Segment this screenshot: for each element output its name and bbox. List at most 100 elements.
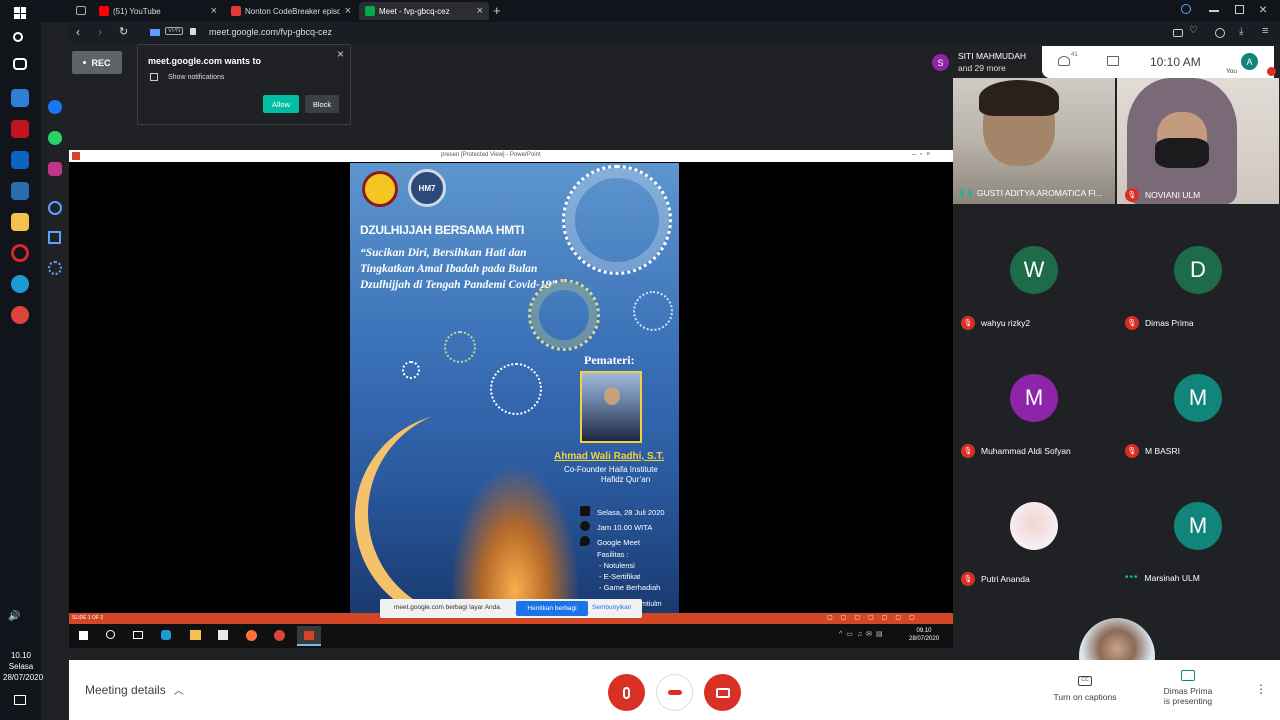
windows-start-icon[interactable] xyxy=(14,7,26,19)
app-badge-icon[interactable] xyxy=(11,182,29,200)
tab-extension-icon[interactable] xyxy=(76,6,86,15)
camera-toggle-button[interactable] xyxy=(704,674,741,711)
meeting-info-bar: 41 10:10 AM A You xyxy=(1042,46,1276,78)
file-explorer-icon[interactable] xyxy=(11,213,29,231)
ppt-window-controls[interactable]: – ▫ × xyxy=(912,151,930,158)
volume-icon[interactable]: 🔊 xyxy=(8,611,20,622)
store-icon[interactable] xyxy=(11,89,29,107)
minimize-button[interactable] xyxy=(1209,10,1219,12)
meeting-details-button[interactable]: Meeting details ︿ xyxy=(85,682,184,698)
participant-name-row: 🎙 M BASRI xyxy=(1125,444,1180,458)
mandala-small-2 xyxy=(444,331,476,363)
participant-name: Muhammad Aldi Sofyan xyxy=(981,446,1071,456)
close-icon[interactable]: × xyxy=(211,5,217,17)
close-icon[interactable]: × xyxy=(477,5,483,17)
window-close-button[interactable]: × xyxy=(1259,1,1267,17)
muted-mic-icon: 🎙 xyxy=(1125,444,1139,458)
participant-tile[interactable]: M 🎙 M BASRI xyxy=(1117,336,1279,462)
instagram-icon[interactable] xyxy=(48,162,62,176)
user-avatar[interactable]: A xyxy=(1241,53,1258,70)
inner-tray-icons[interactable]: ^▭♫✉▤ xyxy=(839,630,887,638)
tab-youtube[interactable]: (51) YouTube × xyxy=(93,2,223,20)
ppt-title: presen [Protected View] - PowerPoint xyxy=(441,152,541,158)
ppt-view-icons[interactable]: ▢▢▢▢▢▢▢ xyxy=(827,614,923,621)
cube-icon[interactable] xyxy=(48,231,61,244)
inner-firefox-icon[interactable] xyxy=(246,630,257,641)
tab-meet[interactable]: Meet - fvp-gbcq-cez × xyxy=(359,2,489,20)
tab-codebreaker[interactable]: Nonton CodeBreaker episod × xyxy=(225,2,357,20)
hide-button[interactable]: Sembunyikan xyxy=(592,604,631,611)
avatar-letter: M xyxy=(1188,513,1208,538)
outlook-icon[interactable] xyxy=(11,151,29,169)
avatar-letter: M xyxy=(1024,385,1044,410)
participant-tile[interactable]: 🎙 Putri Ananda xyxy=(953,464,1115,590)
muted-mic-icon: 🎙 xyxy=(1125,188,1139,202)
mandala-large xyxy=(562,165,672,275)
participant-tile[interactable]: D 🎙 Dimas Prima xyxy=(1117,208,1279,334)
self-preview[interactable] xyxy=(1079,618,1155,660)
allow-button[interactable]: Allow xyxy=(263,95,299,113)
presenter-more: and 29 more xyxy=(958,63,1006,73)
chat-icon[interactable] xyxy=(1107,56,1119,66)
menu-icon[interactable]: ≡ xyxy=(1262,25,1268,37)
inner-search-icon[interactable] xyxy=(106,630,115,639)
block-button[interactable]: Block xyxy=(305,95,339,113)
back-icon[interactable]: ‹ xyxy=(76,25,80,39)
notification-center-icon[interactable] xyxy=(14,695,26,705)
leave-call-button[interactable] xyxy=(656,674,693,711)
inner-start-icon[interactable] xyxy=(79,631,88,640)
heart-icon[interactable]: ♡ xyxy=(1189,25,1198,36)
snapshot-icon[interactable] xyxy=(1173,29,1183,37)
participant-name: GUSTI ADITYA AROMATICA FI... xyxy=(977,188,1103,198)
whatsapp-icon[interactable] xyxy=(48,131,62,145)
globe-icon[interactable] xyxy=(1215,28,1225,38)
mandala-small-3 xyxy=(490,363,542,415)
tab-search-icon[interactable] xyxy=(1181,4,1191,14)
vpn-badge[interactable]: VPN xyxy=(165,27,184,35)
messenger-icon[interactable] xyxy=(48,100,62,114)
url-text[interactable]: meet.google.com/fvp-gbcq-cez xyxy=(209,27,332,37)
participant-avatar: D xyxy=(1174,246,1222,294)
close-icon[interactable]: × xyxy=(345,5,351,17)
presenting-line-2: is presenting xyxy=(1163,696,1213,706)
stop-share-button[interactable]: Hentikan berbagi xyxy=(516,601,588,616)
tab-bar: (51) YouTube × Nonton CodeBreaker episod… xyxy=(41,0,1280,22)
participant-tile-video[interactable]: 🎙 NOVIANI ULM xyxy=(1117,78,1279,204)
maximize-button[interactable] xyxy=(1235,5,1244,14)
more-options-icon[interactable]: ⋮ xyxy=(1255,682,1267,696)
inner-store-icon[interactable] xyxy=(218,630,228,640)
settings-icon[interactable] xyxy=(48,261,62,275)
opera-icon[interactable] xyxy=(11,244,29,262)
mic-toggle-button[interactable] xyxy=(608,674,645,711)
inner-explorer-icon[interactable] xyxy=(190,630,201,640)
inner-chrome-icon[interactable] xyxy=(274,630,285,641)
inner-taskview-icon[interactable] xyxy=(133,631,143,639)
participant-name: wahyu rizky2 xyxy=(981,318,1031,328)
popup-close-icon[interactable]: × xyxy=(337,47,344,61)
new-tab-button[interactable]: + xyxy=(493,3,501,18)
inner-clock: 09.10 28/07/2020 xyxy=(909,627,939,643)
present-now-button[interactable]: Dimas Prima is presenting xyxy=(1153,670,1223,706)
download-icon[interactable]: ⤓ xyxy=(1239,26,1243,37)
search-icon[interactable] xyxy=(13,32,23,42)
inner-taskbar: ^▭♫✉▤ 09.10 28/07/2020 xyxy=(69,624,953,648)
edge-icon[interactable] xyxy=(11,275,29,293)
app-icon-red[interactable] xyxy=(11,120,29,138)
forward-icon[interactable]: › xyxy=(98,25,102,39)
participant-avatar: M xyxy=(1174,374,1222,422)
reload-icon[interactable]: ↻ xyxy=(119,25,128,38)
presenter-name: SITI MAHMUDAH xyxy=(958,51,1026,61)
task-view-icon[interactable] xyxy=(13,58,27,70)
participant-tile-video[interactable]: GUSTI ADITYA AROMATICA FI... xyxy=(953,78,1115,204)
chrome-icon[interactable] xyxy=(11,306,29,324)
inner-edge-icon[interactable] xyxy=(161,630,171,640)
people-icon[interactable] xyxy=(1058,56,1070,66)
presenter-chip[interactable]: S SITI MAHMUDAH and 29 more xyxy=(926,48,1038,76)
inner-ppt-icon[interactable] xyxy=(297,626,321,646)
participant-tile[interactable]: W 🎙 wahyu rizky2 xyxy=(953,208,1115,334)
participant-tile[interactable]: M ••• Marsinah ULM xyxy=(1117,464,1279,590)
participant-tile[interactable]: M 🎙 Muhammad Aldi Sofyan xyxy=(953,336,1115,462)
history-icon[interactable] xyxy=(48,201,62,215)
taskbar-clock[interactable]: 10.10 Selasa 28/07/2020 xyxy=(3,650,43,683)
captions-button[interactable]: CC Turn on captions xyxy=(1037,676,1133,702)
